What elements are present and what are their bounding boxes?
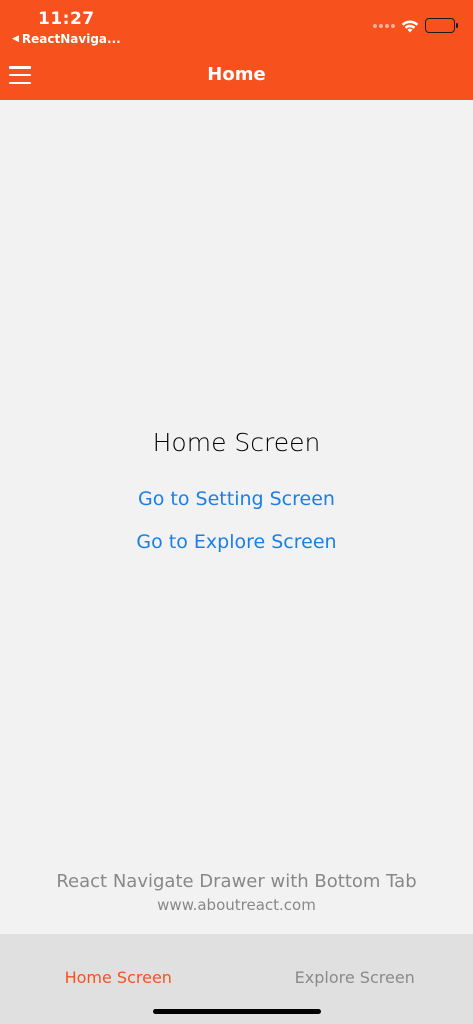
battery-icon	[425, 18, 458, 33]
home-indicator[interactable]	[153, 1009, 321, 1014]
cellular-signal-icon	[373, 23, 395, 28]
back-app-label: ReactNaviga...	[21, 32, 121, 46]
screen-title: Home Screen	[152, 428, 321, 457]
back-arrow-icon: ◀	[12, 34, 19, 44]
status-time: 11:27	[38, 9, 95, 29]
wifi-icon	[401, 20, 419, 32]
app-screen: 11:27 ◀ ReactNaviga... Home Home Screen …	[0, 0, 473, 1024]
back-to-app-link[interactable]: ◀ ReactNaviga...	[12, 32, 121, 46]
go-to-explore-link[interactable]: Go to Explore Screen	[0, 531, 473, 553]
go-to-setting-link[interactable]: Go to Setting Screen	[0, 488, 473, 510]
header-title: Home	[207, 64, 266, 85]
app-header: 11:27 ◀ ReactNaviga... Home	[0, 0, 473, 100]
footer-website: www.aboutreact.com	[157, 896, 316, 914]
footer-caption: React Navigate Drawer with Bottom Tab	[56, 871, 417, 892]
status-indicators	[373, 18, 458, 33]
